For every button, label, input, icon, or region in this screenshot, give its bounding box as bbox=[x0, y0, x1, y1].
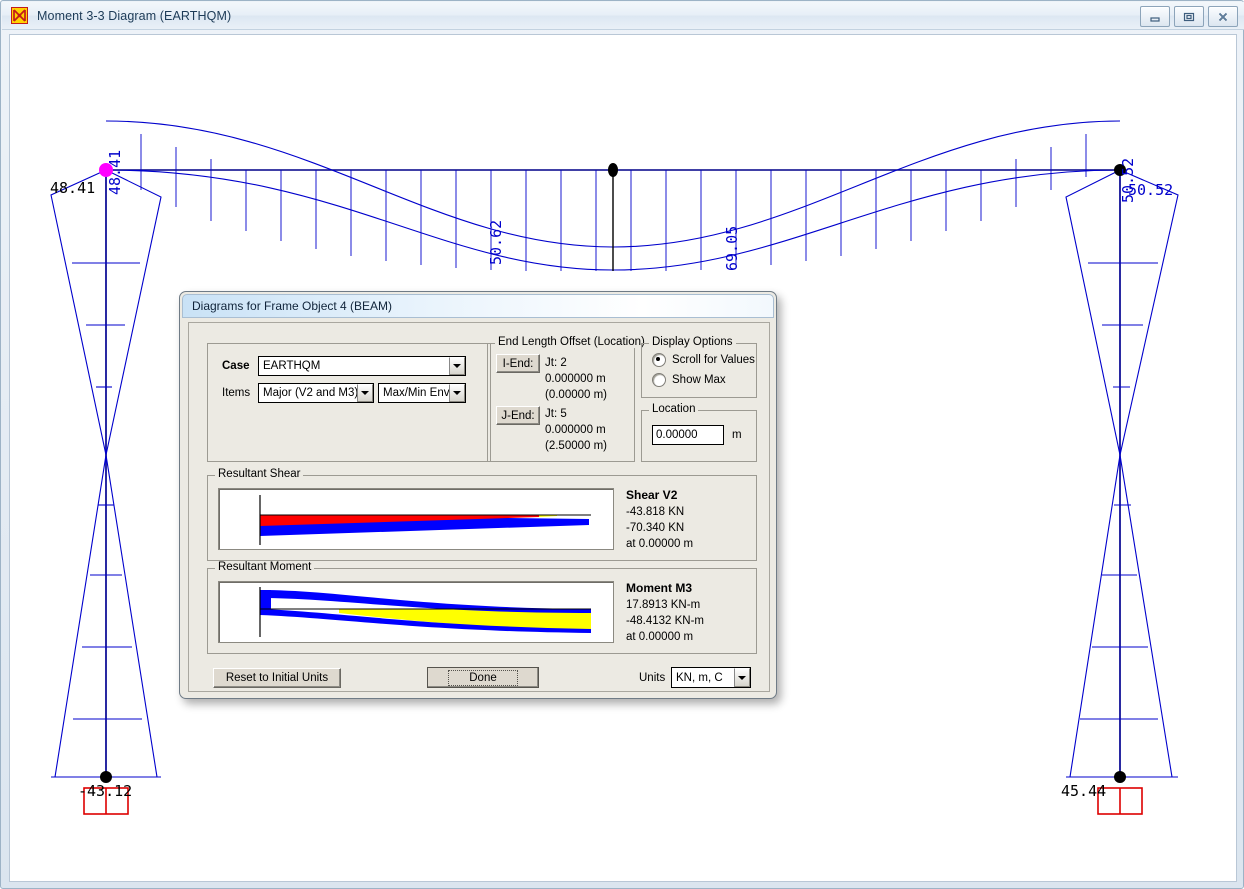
case-combobox[interactable]: EARTHQM bbox=[258, 356, 466, 376]
items-envelope-value: Max/Min Env bbox=[383, 387, 449, 399]
done-button-label: Done bbox=[448, 669, 518, 686]
j-end-location: (2.50000 m) bbox=[545, 440, 608, 452]
units-value: KN, m, C bbox=[676, 671, 723, 684]
location-input[interactable]: 0.00000 bbox=[652, 425, 724, 445]
moment-plot-graphic bbox=[259, 587, 591, 637]
restore-button[interactable] bbox=[1174, 6, 1204, 27]
i-end-button[interactable]: I-End: bbox=[496, 354, 540, 373]
shear-plot[interactable] bbox=[218, 488, 614, 550]
i-end-button-label: I-End: bbox=[502, 357, 534, 370]
case-items-group: Case EARTHQM Items Major (V2 and M3) Max… bbox=[207, 343, 491, 462]
end-length-offset-legend: End Length Offset (Location) bbox=[495, 336, 648, 348]
units-combobox[interactable]: KN, m, C bbox=[671, 667, 751, 688]
resultant-moment-group: Resultant Moment Moment M3 17.8913 KN-m … bbox=[207, 561, 757, 654]
i-end-location: (0.00000 m) bbox=[545, 389, 608, 401]
left-base-moment-label: -43.12 bbox=[78, 782, 133, 800]
items-envelope-combo-arrow[interactable] bbox=[449, 384, 465, 402]
window-controls bbox=[1140, 6, 1238, 27]
window-title: Moment 3-3 Diagram (EARTHQM) bbox=[37, 8, 232, 23]
base-supports bbox=[83, 787, 1143, 815]
location-group: Location 0.00000 m bbox=[641, 403, 757, 462]
moment-value-max: 17.8913 KN-m bbox=[626, 599, 701, 611]
dialog-title: Diagrams for Frame Object 4 (BEAM) bbox=[192, 299, 393, 313]
moment-plot[interactable] bbox=[218, 581, 614, 643]
shear-value-max: -43.818 KN bbox=[626, 506, 685, 518]
j-end-offset: 0.000000 m bbox=[545, 424, 606, 436]
radio-unselected-icon bbox=[652, 373, 666, 387]
j-end-joint: Jt: 5 bbox=[545, 408, 567, 420]
display-options-group: Display Options Scroll for Values Show M… bbox=[641, 336, 757, 398]
left-joint-moment-blue-label: 48.41 bbox=[106, 149, 124, 195]
radio-selected-icon bbox=[652, 353, 666, 367]
j-end-button[interactable]: J-End: bbox=[496, 406, 540, 425]
dialog-titlebar[interactable]: Diagrams for Frame Object 4 (BEAM) bbox=[182, 294, 774, 318]
items-component-combo-arrow[interactable] bbox=[357, 384, 373, 402]
units-label: Units bbox=[639, 672, 666, 684]
moment-value-min: -48.4132 KN-m bbox=[626, 615, 704, 627]
chevron-down-icon bbox=[453, 364, 461, 368]
case-label: Case bbox=[222, 360, 250, 372]
application-window: Moment 3-3 Diagram (EARTHQM) 48.41 48.41… bbox=[0, 0, 1244, 889]
close-button[interactable] bbox=[1208, 6, 1238, 27]
joint-right-base bbox=[1114, 771, 1126, 783]
scroll-for-values-radio[interactable]: Scroll for Values bbox=[652, 353, 755, 367]
restore-icon bbox=[1183, 12, 1195, 21]
shear-plot-graphic bbox=[259, 495, 591, 545]
left-column-moment-envelope bbox=[50, 169, 162, 778]
dialog-body: Case EARTHQM Items Major (V2 and M3) Max… bbox=[188, 322, 770, 692]
left-joint-moment-black-label: 48.41 bbox=[50, 179, 96, 197]
display-options-legend: Display Options bbox=[649, 336, 736, 348]
units-combo-arrow[interactable] bbox=[734, 668, 750, 687]
items-label: Items bbox=[222, 387, 251, 399]
window-titlebar: Moment 3-3 Diagram (EARTHQM) bbox=[2, 2, 1244, 30]
scroll-for-values-label: Scroll for Values bbox=[672, 354, 755, 366]
beam-mid-right-moment-label: 69.05 bbox=[723, 225, 741, 271]
items-component-combobox[interactable]: Major (V2 and M3) bbox=[258, 383, 374, 403]
reset-to-initial-units-label: Reset to Initial Units bbox=[225, 672, 329, 684]
end-length-offset-group: End Length Offset (Location) I-End: Jt: … bbox=[487, 336, 648, 462]
chevron-down-icon bbox=[738, 675, 746, 680]
resultant-moment-legend: Resultant Moment bbox=[215, 561, 315, 573]
shear-location: at 0.00000 m bbox=[626, 538, 694, 550]
chevron-down-icon bbox=[453, 391, 461, 395]
show-max-radio[interactable]: Show Max bbox=[652, 373, 726, 387]
resultant-shear-legend: Resultant Shear bbox=[215, 468, 304, 480]
right-base-moment-label: 45.44 bbox=[1061, 782, 1107, 800]
window-frame: Moment 3-3 Diagram (EARTHQM) 48.41 48.41… bbox=[0, 0, 1244, 889]
shear-value-min: -70.340 KN bbox=[626, 522, 685, 534]
shear-title: Shear V2 bbox=[626, 488, 678, 502]
case-value: EARTHQM bbox=[263, 360, 321, 372]
show-max-label: Show Max bbox=[672, 374, 726, 386]
right-column-moment-envelope bbox=[1065, 169, 1179, 778]
reset-to-initial-units-button[interactable]: Reset to Initial Units bbox=[213, 668, 341, 688]
resultant-shear-group: Resultant Shear Shear V2 -43.818 KN -70.… bbox=[207, 468, 757, 561]
location-unit: m bbox=[732, 429, 742, 441]
beam-mid-left-moment-label: 50.62 bbox=[487, 219, 505, 265]
location-legend: Location bbox=[649, 403, 699, 415]
case-combo-arrow[interactable] bbox=[449, 357, 465, 375]
app-icon bbox=[11, 7, 28, 24]
i-end-joint: Jt: 2 bbox=[545, 357, 567, 369]
minimize-button[interactable] bbox=[1140, 6, 1170, 27]
diagrams-dialog: Diagrams for Frame Object 4 (BEAM) Case … bbox=[179, 291, 777, 699]
close-icon bbox=[1218, 12, 1228, 21]
items-envelope-combobox[interactable]: Max/Min Env bbox=[378, 383, 466, 403]
items-component-value: Major (V2 and M3) bbox=[263, 387, 357, 399]
chevron-down-icon bbox=[361, 391, 369, 395]
j-end-button-label: J-End: bbox=[501, 409, 535, 422]
done-button[interactable]: Done bbox=[427, 667, 539, 688]
i-end-offset: 0.000000 m bbox=[545, 373, 606, 385]
moment-location: at 0.00000 m bbox=[626, 631, 694, 643]
minimize-icon bbox=[1150, 16, 1160, 22]
right-joint-moment-blue-label: 50.52 bbox=[1128, 181, 1174, 199]
moment-title: Moment M3 bbox=[626, 581, 692, 595]
